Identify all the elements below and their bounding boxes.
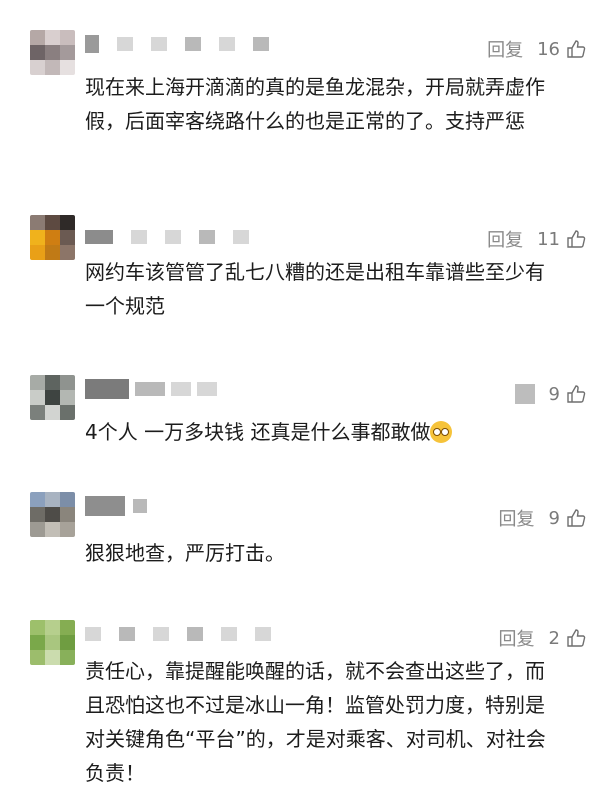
reply-button[interactable]: 回复 <box>499 625 535 651</box>
thumbs-up-icon <box>567 629 586 647</box>
comment-item: 9 4个人 一万多块钱 还真是什么事都敢做 <box>0 375 606 465</box>
dizzy-face-emoji-icon <box>430 421 453 443</box>
reply-button[interactable]: 回复 <box>487 36 523 62</box>
username-blurred[interactable] <box>85 492 147 520</box>
thumbs-up-icon <box>567 230 586 248</box>
thumbs-up-icon <box>567 509 586 527</box>
like-count: 16 <box>537 38 560 60</box>
thumbs-up-icon <box>567 40 586 58</box>
like-count: 2 <box>548 627 560 649</box>
like-button[interactable]: 16 <box>537 39 586 60</box>
avatar[interactable] <box>30 215 75 260</box>
comment-item: 回复 16 现在来上海开滴滴的真的是鱼龙混杂，开局就弄虚作假，后面宰客绕路什么的… <box>0 30 606 190</box>
comment-text: 现在来上海开滴滴的真的是鱼龙混杂，开局就弄虚作假，后面宰客绕路什么的也是正常的了… <box>85 75 545 133</box>
comment-item: 回复 9 狠狠地查，严厉打击。 <box>0 492 606 582</box>
reply-button-obscured[interactable] <box>514 384 535 404</box>
comment-text: 责任心，靠提醒能唤醒的话，就不会查出这些了，而且恐怕这也不过是冰山一角！监管处罚… <box>85 659 546 785</box>
like-button[interactable]: 2 <box>549 628 586 649</box>
like-button[interactable]: 9 <box>549 384 586 405</box>
thumbs-up-icon <box>567 385 586 403</box>
comment-text: 4个人 一万多块钱 还真是什么事都敢做 <box>85 415 546 449</box>
username-blurred[interactable] <box>85 620 271 648</box>
avatar[interactable] <box>30 30 75 75</box>
username-blurred[interactable] <box>85 30 269 58</box>
like-button[interactable]: 9 <box>549 508 586 529</box>
comment-text: 网约车该管管了乱七八糟的还是出租车靠谱些至少有一个规范 <box>85 260 545 318</box>
like-count: 11 <box>537 228 560 250</box>
like-count: 9 <box>548 507 560 529</box>
avatar[interactable] <box>30 375 75 420</box>
avatar[interactable] <box>30 492 75 537</box>
like-count: 9 <box>548 383 560 405</box>
comment-item: 回复 11 网约车该管管了乱七八糟的还是出租车靠谱些至少有一个规范 <box>0 215 606 335</box>
comment-text-content: 4个人 一万多块钱 还真是什么事都敢做 <box>85 420 431 444</box>
comment-text: 狠狠地查，严厉打击。 <box>85 541 285 565</box>
comment-item: 回复 2 责任心，靠提醒能唤醒的话，就不会查出这些了，而且恐怕这也不过是冰山一角… <box>0 620 606 787</box>
avatar[interactable] <box>30 620 75 665</box>
username-blurred[interactable] <box>85 375 217 403</box>
username-blurred[interactable] <box>85 223 249 251</box>
reply-button[interactable]: 回复 <box>499 505 535 531</box>
like-button[interactable]: 11 <box>537 229 586 250</box>
reply-button[interactable]: 回复 <box>487 226 523 252</box>
